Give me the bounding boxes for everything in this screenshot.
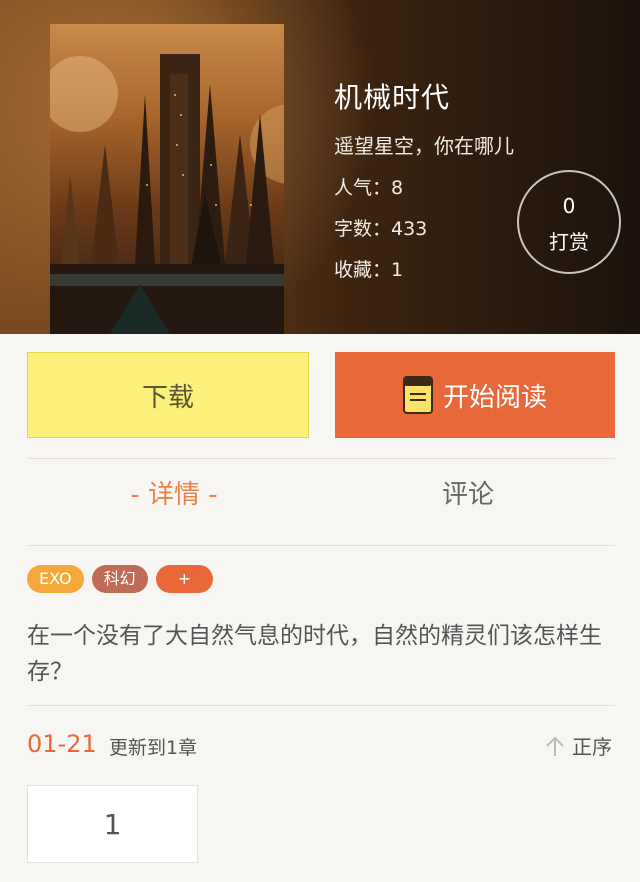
update-date: 01-21 [27,730,97,758]
book-author[interactable]: 遥望星空，你在哪儿 [334,130,514,159]
tab-details[interactable]: - 详情 - [27,474,321,511]
divider [27,458,615,459]
tag-exo[interactable]: EXO [27,565,84,593]
divider [27,705,615,706]
update-status: 更新到1章 [109,737,198,759]
tag-list: EXO 科幻 + [27,565,214,593]
tip-count: 0 [562,194,576,218]
favorites-stat: 收藏：1 [334,259,404,281]
chapter-1-button[interactable]: 1 [27,785,198,863]
book-icon [402,376,433,414]
sort-order-toggle[interactable]: 正序 [544,731,612,760]
book-cover-image[interactable] [50,24,284,334]
book-header: 机械时代 遥望星空，你在哪儿 人气：8 字数：433 收藏：1 0 打赏 [0,0,640,334]
add-tag-button[interactable]: + [155,565,214,593]
book-title: 机械时代 [334,81,451,114]
chapter-number: 1 [103,807,122,841]
download-button-label: 下载 [141,382,194,413]
arrow-up-icon [546,736,564,756]
tab-comments[interactable]: 评论 [321,474,615,511]
cover-cityscape-illustration [50,54,284,334]
divider [27,545,615,546]
tip-label: 打赏 [549,230,589,254]
start-reading-label: 开始阅读 [442,382,547,413]
popularity-stat: 人气：8 [334,177,404,199]
start-reading-button[interactable]: 开始阅读 [335,352,615,438]
book-summary: 在一个没有了大自然气息的时代，自然的精灵们该怎样生存？ [27,623,602,685]
tip-button[interactable]: 0 打赏 [517,170,621,274]
book-info: 机械时代 遥望星空，你在哪儿 人气：8 字数：433 收藏：1 [334,76,514,296]
sort-order-label: 正序 [572,735,612,759]
tag-scifi[interactable]: 科幻 [91,565,148,593]
word-count-stat: 字数：433 [334,218,428,240]
download-button[interactable]: 下载 [27,352,309,438]
